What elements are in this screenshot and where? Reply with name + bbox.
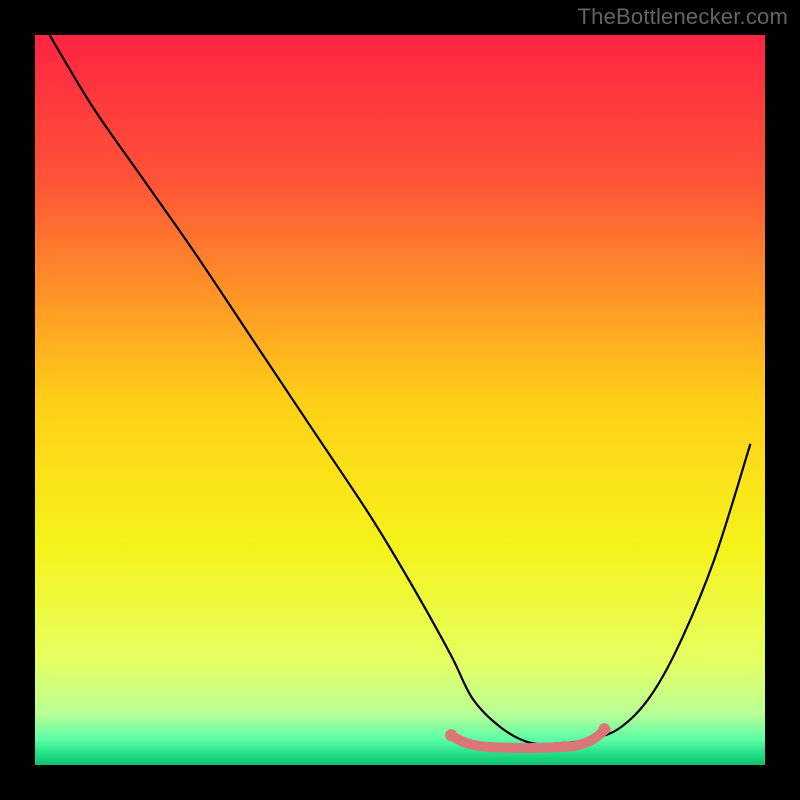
- floor-dot-left: [445, 729, 457, 741]
- watermark-text: TheBottlenecker.com: [578, 4, 788, 30]
- chart-frame: TheBottlenecker.com: [0, 0, 800, 800]
- plot-area: [35, 35, 765, 765]
- floor-dot-right: [598, 723, 610, 735]
- plot-background: [35, 35, 765, 765]
- plot-svg: [35, 35, 765, 765]
